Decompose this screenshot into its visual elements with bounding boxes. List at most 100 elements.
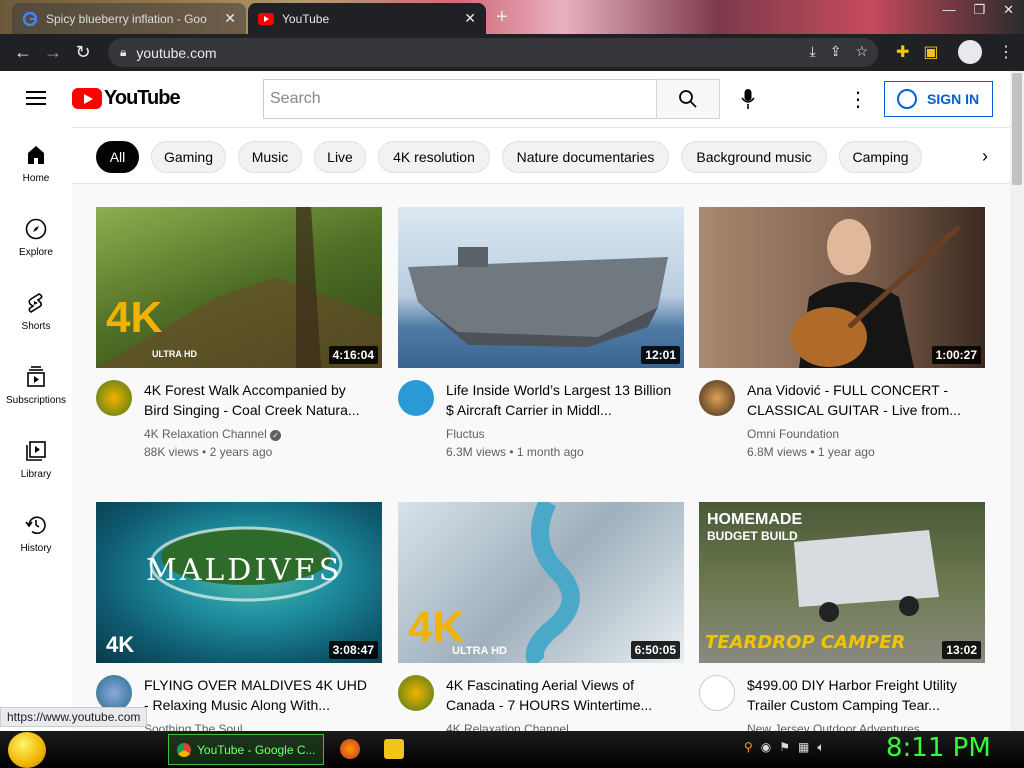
- video-card[interactable]: 12:01 Life Inside World’s Largest 13 Bil…: [398, 207, 684, 477]
- svg-text:BUDGET BUILD: BUDGET BUILD: [707, 529, 798, 543]
- taskbar-clock[interactable]: 8:11 PM: [886, 733, 991, 763]
- tab-youtube[interactable]: YouTube ✕: [248, 3, 486, 34]
- channel-name[interactable]: New Jersey Outdoor Adventures: [747, 722, 920, 731]
- video-thumbnail[interactable]: 4K ULTRA HD 6:50:05: [398, 502, 684, 663]
- start-button-icon[interactable]: [8, 732, 46, 768]
- video-thumbnail[interactable]: 4K ULTRA HD 4:16:04: [96, 207, 382, 368]
- video-title[interactable]: 4K Fascinating Aerial Views of Canada - …: [446, 675, 676, 715]
- side-panel-icon[interactable]: ▣: [923, 42, 938, 62]
- tray-icon[interactable]: ◉: [761, 740, 771, 755]
- video-meta: 6.3M views • 1 month ago: [446, 445, 584, 459]
- volume-icon[interactable]: 🔈︎: [817, 740, 824, 755]
- svg-text:TEARDROP CAMPER: TEARDROP CAMPER: [705, 632, 905, 653]
- forward-icon[interactable]: →: [38, 42, 68, 63]
- video-title[interactable]: FLYING OVER MALDIVES 4K UHD - Relaxing M…: [144, 675, 374, 715]
- voice-search-button[interactable]: [732, 87, 764, 111]
- video-title[interactable]: Life Inside World’s Largest 13 Billion $…: [446, 380, 676, 420]
- channel-name[interactable]: 4K Relaxation Channel: [446, 722, 569, 731]
- chip-all[interactable]: All: [96, 141, 139, 173]
- channel-name[interactable]: Soothing The Soul: [144, 722, 243, 731]
- guide-item-explore[interactable]: Explore: [0, 201, 72, 275]
- folder-icon[interactable]: [384, 739, 404, 759]
- search-input[interactable]: Search: [263, 79, 657, 119]
- youtube-page: YouTube Search ⋮ SIGN IN Home Explore Sh…: [0, 71, 1010, 731]
- guide-item-subscriptions[interactable]: Subscriptions: [0, 349, 72, 423]
- video-thumbnail[interactable]: 1:00:27: [699, 207, 985, 368]
- channel-avatar[interactable]: [699, 675, 735, 711]
- video-card[interactable]: 1:00:27 Ana Vidović - FULL CONCERT - CLA…: [699, 207, 985, 477]
- chip-background-music[interactable]: Background music: [681, 141, 827, 173]
- settings-menu-icon[interactable]: ⋮: [848, 87, 868, 112]
- firefox-icon[interactable]: [340, 739, 360, 759]
- close-tab-icon[interactable]: ✕: [224, 10, 236, 27]
- duration-badge: 13:02: [942, 641, 981, 659]
- video-title[interactable]: $499.00 DIY Harbor Freight Utility Trail…: [747, 675, 977, 715]
- guide-sidebar: Home Explore Shorts Subscriptions Librar…: [0, 127, 72, 731]
- channel-name[interactable]: Fluctus: [446, 427, 485, 441]
- video-meta: 88K views • 2 years ago: [144, 445, 273, 459]
- video-card[interactable]: HOMEMADE BUDGET BUILD TEARDROP CAMPER 13:0…: [699, 502, 985, 731]
- subscriptions-icon: [27, 366, 45, 387]
- bookmark-star-icon[interactable]: ☆: [855, 43, 868, 60]
- chip-nature-documentaries[interactable]: Nature documentaries: [502, 141, 669, 173]
- chip-camping[interactable]: Camping: [839, 141, 922, 173]
- video-card[interactable]: MALDIVES 4K 3:08:47 FLYING OVER MALDIVES …: [96, 502, 382, 731]
- channel-name[interactable]: 4K Relaxation Channel ✓: [144, 427, 282, 441]
- channel-avatar[interactable]: [96, 380, 132, 416]
- guide-item-history[interactable]: History: [0, 497, 72, 571]
- chip-gaming[interactable]: Gaming: [151, 141, 226, 173]
- video-title[interactable]: Ana Vidović - FULL CONCERT - CLASSICAL G…: [747, 380, 977, 420]
- lock-icon[interactable]: 🔒︎: [120, 45, 126, 60]
- svg-text:MALDIVES: MALDIVES: [146, 553, 342, 588]
- youtube-icon: [258, 11, 274, 27]
- share-icon[interactable]: ⇪: [830, 43, 842, 60]
- search-button[interactable]: [656, 79, 720, 119]
- page-scrollbar[interactable]: [1010, 71, 1024, 731]
- video-meta: 6.8M views • 1 year ago: [747, 445, 875, 459]
- channel-avatar[interactable]: [398, 675, 434, 711]
- channel-avatar[interactable]: [96, 675, 132, 711]
- minimize-icon[interactable]: —: [942, 2, 955, 18]
- library-icon: [26, 441, 46, 461]
- reload-icon[interactable]: ↻: [68, 42, 98, 63]
- video-thumbnail[interactable]: HOMEMADE BUDGET BUILD TEARDROP CAMPER 13:0…: [699, 502, 985, 663]
- chip-live[interactable]: Live: [314, 141, 366, 173]
- new-tab-icon[interactable]: +: [496, 6, 508, 29]
- close-tab-icon[interactable]: ✕: [464, 10, 476, 27]
- tab-google[interactable]: Spicy blueberry inflation - Goo ✕: [12, 3, 246, 34]
- video-card[interactable]: 4K ULTRA HD 4:16:04 4K Forest Walk Accomp…: [96, 207, 382, 477]
- guide-item-home[interactable]: Home: [0, 127, 72, 201]
- youtube-logo[interactable]: YouTube: [72, 87, 181, 110]
- search-icon: [679, 90, 697, 108]
- chrome-menu-icon[interactable]: ⋮: [998, 42, 1014, 62]
- system-tray: ⚲ ◉ ⚑ ▦ 🔈︎: [744, 740, 825, 755]
- address-bar[interactable]: 🔒︎ youtube.com ⤓ ⇪ ☆: [108, 38, 878, 67]
- video-title[interactable]: 4K Forest Walk Accompanied by Bird Singi…: [144, 380, 374, 420]
- channel-avatar[interactable]: [398, 380, 434, 416]
- channel-name[interactable]: Omni Foundation: [747, 427, 839, 441]
- video-card[interactable]: 4K ULTRA HD 6:50:05 4K Fascinating Aerial…: [398, 502, 684, 731]
- action-center-flag-icon[interactable]: ⚑: [779, 740, 790, 755]
- close-window-icon[interactable]: ✕: [1003, 2, 1014, 18]
- sign-in-button[interactable]: SIGN IN: [884, 81, 993, 117]
- hamburger-menu-icon[interactable]: [26, 91, 46, 105]
- history-icon: [25, 516, 46, 535]
- maximize-icon[interactable]: ❐: [973, 2, 985, 18]
- taskbar-chrome-window[interactable]: YouTube - Google C...: [168, 734, 324, 765]
- install-icon[interactable]: ⤓: [810, 43, 816, 60]
- network-icon[interactable]: ▦: [798, 740, 809, 755]
- extensions-puzzle-icon[interactable]: ✚: [896, 42, 909, 62]
- taskbar-window-title: YouTube - Google C...: [197, 742, 316, 757]
- back-icon[interactable]: ←: [8, 42, 38, 63]
- chip-4k-resolution[interactable]: 4K resolution: [378, 141, 490, 173]
- guide-item-library[interactable]: Library: [0, 423, 72, 497]
- channel-avatar[interactable]: [699, 380, 735, 416]
- chevron-right-icon[interactable]: ›: [982, 146, 988, 167]
- video-thumbnail[interactable]: 12:01: [398, 207, 684, 368]
- chip-music[interactable]: Music: [238, 141, 302, 173]
- profile-avatar-icon[interactable]: [958, 40, 982, 64]
- guide-item-shorts[interactable]: Shorts: [0, 275, 72, 349]
- scrollbar-thumb[interactable]: [1012, 73, 1022, 185]
- video-thumbnail[interactable]: MALDIVES 4K 3:08:47: [96, 502, 382, 663]
- search-icon[interactable]: ⚲: [744, 740, 753, 755]
